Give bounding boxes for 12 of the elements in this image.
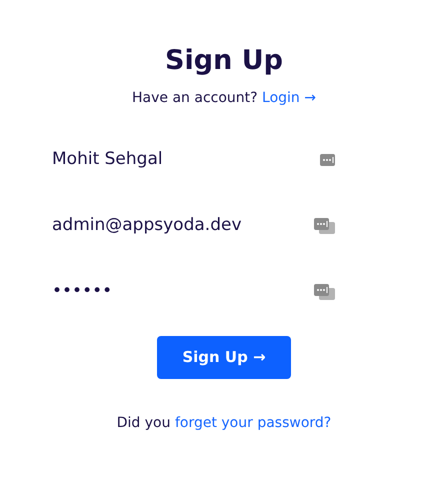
sign-up-button[interactable]: Sign Up → bbox=[157, 336, 291, 379]
input-field[interactable]: Mohit Sehgal bbox=[52, 147, 302, 173]
autofill-icon[interactable] bbox=[320, 154, 336, 166]
page-title: Sign Up bbox=[164, 44, 284, 78]
input-field[interactable]: admin@appsyoda.dev bbox=[52, 213, 302, 239]
autofill-icon[interactable] bbox=[314, 284, 336, 300]
input-field[interactable]: •••••• bbox=[52, 279, 302, 305]
forgot-password-link[interactable]: forget your password? bbox=[174, 415, 332, 431]
forgot-prompt: Did you bbox=[116, 415, 170, 431]
account-prompt: Have an account? bbox=[132, 90, 258, 106]
login-link[interactable]: Login → bbox=[262, 90, 316, 106]
autofill-icon[interactable] bbox=[314, 218, 336, 234]
